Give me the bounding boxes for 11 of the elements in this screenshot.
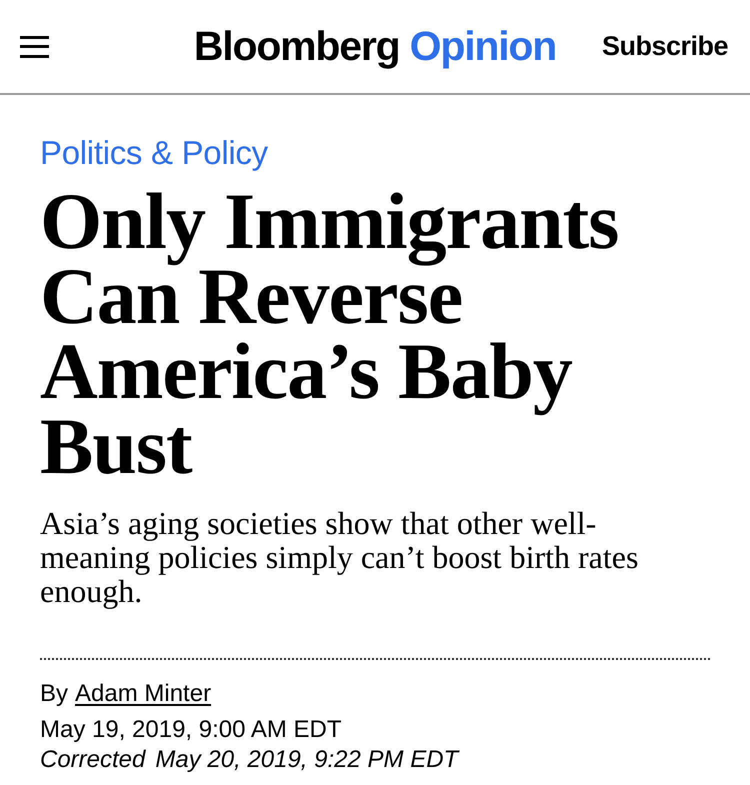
menu-icon[interactable] bbox=[20, 36, 49, 58]
author-link[interactable]: Adam Minter bbox=[75, 678, 212, 710]
publish-date: May 19, 2019, 9:00 AM EDT bbox=[40, 715, 342, 745]
subscribe-link[interactable]: Subscribe bbox=[602, 26, 730, 67]
site-logo[interactable]: Bloomberg Opinion bbox=[194, 26, 556, 67]
article-headline: Only Immigrants Can Reverse America’s Baby Bust bbox=[40, 185, 620, 485]
corrected-label: Corrected bbox=[40, 746, 146, 774]
byline-prefix: By bbox=[40, 679, 68, 709]
category-link[interactable]: Politics & Policy bbox=[40, 135, 268, 171]
corrected-date: May 20, 2019, 9:22 PM EDT bbox=[155, 746, 458, 774]
article-subheadline: Asia’s aging societies show that other well-meaning policies simply can’t boost birth rates enough. bbox=[40, 506, 640, 608]
